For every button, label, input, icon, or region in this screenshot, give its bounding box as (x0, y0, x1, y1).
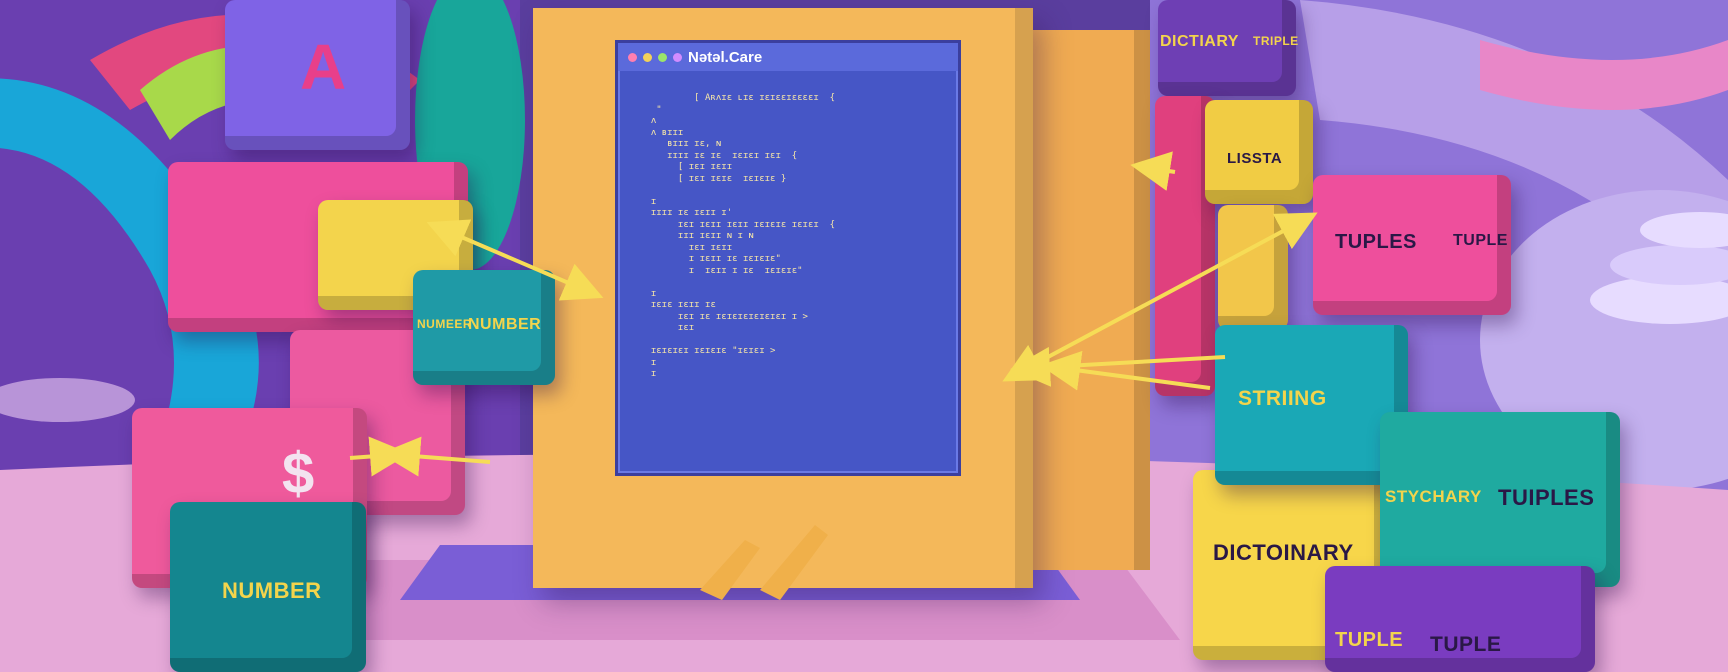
connector-arrows (349, 151, 1318, 477)
illustration-scene: Nətəl.Care [ Aʀʌɪɛ ʟɪɛ ɪɛɪɛɛɪɛɛɛɛɪ { " ʌ… (0, 0, 1728, 672)
arrow-group (349, 151, 1318, 477)
